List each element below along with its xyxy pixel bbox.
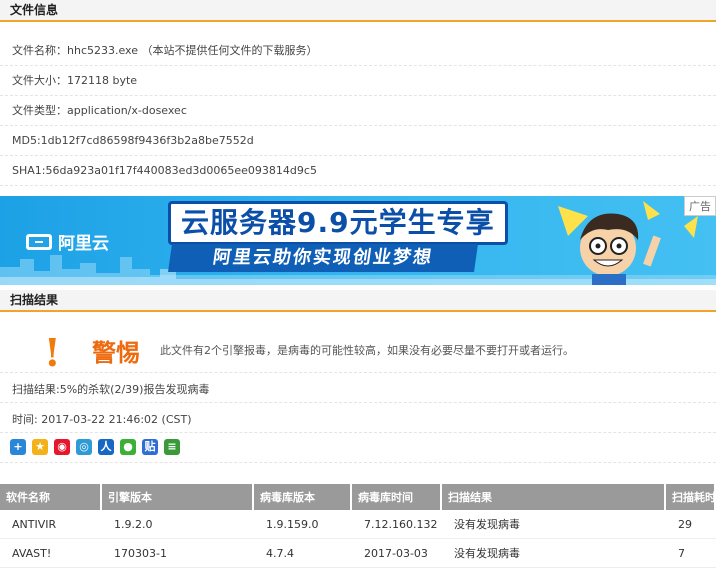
tencent-weibo-icon[interactable]: ◎ xyxy=(76,439,92,455)
warning-title: 警惕 xyxy=(92,339,140,367)
renren-icon[interactable]: 人 xyxy=(98,439,114,455)
warning-exclamation-icon: ! xyxy=(44,330,61,375)
cell-software: AVAST! xyxy=(0,539,102,568)
md5-value: 1db12f7cd86598f9436f3b2a8be7552d xyxy=(40,134,254,147)
cell-db-version: 1.9.159.0 xyxy=(254,510,352,539)
cell-db-time: 2017-03-03 xyxy=(352,539,442,568)
scan-time: 时间: 2017-03-22 21:46:02 (CST) xyxy=(12,413,192,426)
scan-results-table: 软件名称 引擎版本 病毒库版本 病毒库时间 扫描结果 扫描耗时 ANTIVIR … xyxy=(0,484,716,568)
table-header-row: 软件名称 引擎版本 病毒库版本 病毒库时间 扫描结果 扫描耗时 xyxy=(0,484,716,510)
sha1-row: SHA1:56da923a01f17f440083ed3d0065ee09381… xyxy=(0,156,716,186)
warning-message: 此文件有2个引擎报毒，是病毒的可能性较高，如果没有必要尽量不要打开或者运行。 xyxy=(160,344,574,357)
file-name-label: 文件名称： xyxy=(12,44,67,57)
share-plus-icon[interactable]: + xyxy=(10,439,26,455)
banner-title: 云服务器9.9元学生专享 xyxy=(168,201,508,245)
file-type-value: application/x-dosexec xyxy=(67,104,187,117)
col-header-result: 扫描结果 xyxy=(442,484,666,510)
share-bar: + ★ ◉ ◎ 人 ● 贴 ≡ xyxy=(10,439,180,455)
col-header-engine-version: 引擎版本 xyxy=(102,484,254,510)
sha1-value: 56da923a01f17f440083ed3d0065ee093814d9c5 xyxy=(45,164,317,177)
cell-duration: 29 xyxy=(666,510,716,539)
cell-engine-version: 170303-1 xyxy=(102,539,254,568)
file-size-label: 文件大小： xyxy=(12,74,67,87)
table-row: AVAST! 170303-1 4.7.4 2017-03-03 没有发现病毒 … xyxy=(0,539,716,568)
divider xyxy=(0,372,716,373)
divider xyxy=(0,402,716,403)
aliyun-logo-text: 阿里云 xyxy=(58,234,109,254)
scan-summary: 扫描结果:5%的杀软(2/39)报告发现病毒 xyxy=(12,383,210,396)
cell-engine-version: 1.9.2.0 xyxy=(102,510,254,539)
scan-result-heading: 扫描结果 xyxy=(0,290,716,312)
ad-label: 广告 xyxy=(684,196,716,216)
col-header-db-time: 病毒库时间 xyxy=(352,484,442,510)
douban-icon[interactable]: ≡ xyxy=(164,439,180,455)
col-header-duration: 扫描耗时 xyxy=(666,484,716,510)
file-size-row: 文件大小：172118 byte xyxy=(0,66,716,96)
cell-result: 没有发现病毒 xyxy=(442,539,666,568)
sha1-label: SHA1: xyxy=(12,164,46,177)
aliyun-logo-icon xyxy=(26,233,52,250)
file-type-row: 文件类型：application/x-dosexec xyxy=(0,96,716,126)
file-name-row: 文件名称：hhc5233.exe （本站不提供任何文件的下载服务） xyxy=(0,36,716,66)
aliyun-logo: 阿里云 xyxy=(26,229,109,254)
md5-label: MD5: xyxy=(12,134,41,147)
wechat-icon[interactable]: ● xyxy=(120,439,136,455)
tieba-icon[interactable]: 贴 xyxy=(142,439,158,455)
divider xyxy=(0,432,716,433)
cell-result: 没有发现病毒 xyxy=(442,510,666,539)
qzone-icon[interactable]: ★ xyxy=(32,439,48,455)
banner-subtitle: 阿里云助你实现创业梦想 xyxy=(168,244,478,272)
weibo-icon[interactable]: ◉ xyxy=(54,439,70,455)
md5-row: MD5:1db12f7cd86598f9436f3b2a8be7552d xyxy=(0,126,716,156)
file-size-value: 172118 byte xyxy=(67,74,138,87)
file-name-value: hhc5233.exe （本站不提供任何文件的下载服务） xyxy=(67,44,318,57)
cell-duration: 7 xyxy=(666,539,716,568)
table-row: ANTIVIR 1.9.2.0 1.9.159.0 7.12.160.132 没… xyxy=(0,510,716,539)
cell-db-time: 7.12.160.132 xyxy=(352,510,442,539)
cell-software: ANTIVIR xyxy=(0,510,102,539)
cell-db-version: 4.7.4 xyxy=(254,539,352,568)
file-info-heading: 文件信息 xyxy=(0,0,716,22)
aliyun-ad-banner[interactable]: 阿里云 云服务器9.9元学生专享 阿里云助你实现创业梦想 广告 xyxy=(0,196,716,285)
col-header-db-version: 病毒库版本 xyxy=(254,484,352,510)
col-header-software: 软件名称 xyxy=(0,484,102,510)
file-type-label: 文件类型： xyxy=(12,104,67,117)
divider xyxy=(0,462,716,463)
